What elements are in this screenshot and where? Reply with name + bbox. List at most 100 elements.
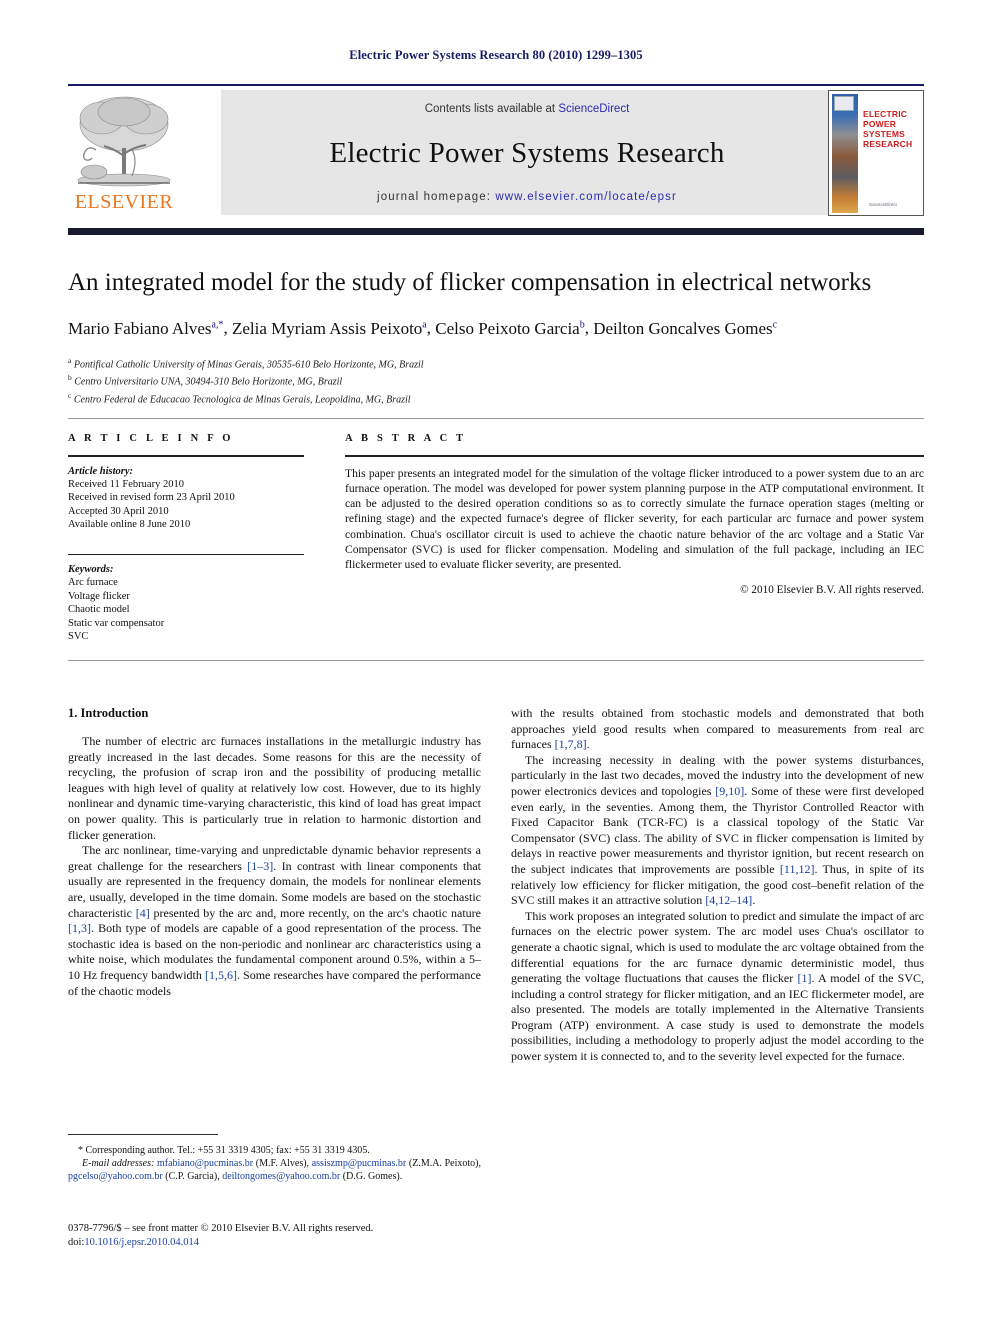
article-info-column: A R T I C L E I N F O Article history: R… — [68, 433, 304, 644]
email-label: E-mail addresses: — [82, 1158, 155, 1169]
author-name: Zelia Myriam Assis Peixoto — [232, 318, 423, 338]
paragraph: with the results obtained from stochasti… — [511, 706, 924, 753]
journal-cover-thumbnail: ELECTRIC POWER SYSTEMS RESEARCH ScienceD… — [828, 90, 924, 216]
email-owner: (M.F. Alves) — [255, 1158, 307, 1169]
doi-line: doi:10.1016/j.epsr.2010.04.014 — [68, 1236, 481, 1250]
text-run: presented by the arc and, more recently,… — [149, 905, 481, 920]
keyword-item: Static var compensator — [68, 617, 165, 629]
affiliation-item: a Pontifical Catholic University of Mina… — [68, 354, 924, 372]
footnote-block: * Corresponding author. Tel.: +55 31 331… — [68, 1144, 481, 1183]
abstract-text: This paper presents an integrated model … — [345, 466, 924, 572]
journal-article-page: Electric Power Systems Research 80 (2010… — [0, 0, 992, 1323]
imprint-block: 0378-7796/$ – see front matter © 2010 El… — [68, 1222, 481, 1250]
author-sep: , — [426, 318, 436, 338]
text-run: . — [586, 737, 590, 752]
email-link[interactable]: deiltongomes@yahoo.com.br — [222, 1171, 340, 1182]
keyword-item: Arc furnace — [68, 577, 118, 589]
citation-link[interactable]: [11,12] — [780, 862, 815, 876]
author-entry: Mario Fabiano Alvesa,* — [68, 319, 224, 338]
affiliation-item: b Centro Universitario UNA, 30494-310 Be… — [68, 371, 924, 389]
corresponding-author-note: * Corresponding author. Tel.: +55 31 331… — [78, 1145, 370, 1156]
article-history-heading: Article history: — [68, 465, 134, 477]
author-entry: Deilton Goncalves Gomesc — [593, 319, 777, 338]
cover-title-line1: ELECTRIC POWER — [863, 109, 908, 129]
affiliation-mark: a — [68, 355, 72, 365]
keyword-item: SVC — [68, 631, 89, 643]
email-link[interactable]: pgcelso@yahoo.com.br — [68, 1171, 163, 1182]
citation-link[interactable]: [9,10] — [715, 784, 744, 798]
article-history-item: Received in revised form 23 April 2010 — [68, 492, 235, 504]
doi-label: doi: — [68, 1237, 85, 1248]
author-marks: c — [772, 319, 778, 330]
citation-link[interactable]: [1,3] — [68, 921, 91, 935]
author-sep: , — [223, 318, 232, 338]
citation-link[interactable]: [1–3] — [247, 859, 273, 873]
info-section-top-rule — [68, 418, 924, 419]
abstract-label: A B S T R A C T — [345, 433, 467, 444]
tree-svg — [77, 96, 171, 187]
journal-homepage-line: journal homepage: www.elsevier.com/locat… — [377, 191, 677, 203]
email-link[interactable]: mfabiano@pucminas.br — [157, 1158, 253, 1169]
keyword-item: Voltage flicker — [68, 590, 130, 602]
contents-available-line: Contents lists available at ScienceDirec… — [425, 103, 630, 115]
author-name: Celso Peixoto Garcia — [435, 318, 580, 338]
author-name: Deilton Goncalves Gomes — [593, 318, 773, 338]
email-note: E-mail addresses: mfabiano@pucminas.br (… — [68, 1158, 481, 1182]
author-list: Mario Fabiano Alvesa,*, Zelia Myriam Ass… — [68, 314, 924, 340]
citation-link[interactable]: [1] — [797, 971, 811, 985]
paragraph: The increasing necessity in dealing with… — [511, 753, 924, 909]
footnote-separator-rule — [68, 1134, 218, 1135]
cover-title-line2: SYSTEMS RESEARCH — [863, 129, 913, 149]
author-marks: a,* — [211, 319, 224, 330]
text-run: . — [752, 893, 756, 908]
author-name: Mario Fabiano Alves — [68, 318, 212, 338]
affiliation-text: Centro Universitario UNA, 30494-310 Belo… — [74, 376, 343, 388]
front-matter-line: 0378-7796/$ – see front matter © 2010 El… — [68, 1223, 374, 1234]
article-history-item: Accepted 30 April 2010 — [68, 505, 169, 517]
email-owner: (D.G. Gomes) — [342, 1171, 400, 1182]
cover-publisher-badge — [834, 96, 854, 111]
citation-link[interactable]: [4] — [136, 906, 150, 920]
paragraph: The number of electric arc furnaces inst… — [68, 734, 481, 842]
doi-link[interactable]: 10.1016/j.epsr.2010.04.014 — [84, 1237, 199, 1248]
cover-photo-strip — [832, 94, 858, 213]
affiliation-list: a Pontifical Catholic University of Mina… — [68, 354, 924, 407]
title-block: An integrated model for the study of fli… — [68, 268, 924, 407]
citation-link[interactable]: [4,12–14] — [705, 893, 752, 907]
abstract-rule — [345, 455, 924, 457]
citation-link[interactable]: [1,7,8] — [555, 737, 587, 751]
homepage-prefix: journal homepage: — [377, 191, 496, 203]
paragraph: This work proposes an integrated solutio… — [511, 909, 924, 1065]
affiliation-item: c Centro Federal de Educacao Tecnologica… — [68, 389, 924, 407]
sciencedirect-link[interactable]: ScienceDirect — [558, 103, 629, 115]
email-link[interactable]: assiszmp@pucminas.br — [312, 1158, 406, 1169]
banner-bottom-rule — [68, 228, 924, 235]
article-info-label: A R T I C L E I N F O — [68, 433, 234, 444]
elsevier-logo: ELSEVIER — [68, 90, 180, 216]
contents-prefix: Contents lists available at — [424, 103, 559, 115]
keywords-rule — [68, 553, 304, 556]
running-head: Electric Power Systems Research 80 (2010… — [349, 48, 643, 62]
banner-top-rule — [68, 84, 924, 86]
keyword-item: Chaotic model — [68, 604, 130, 616]
cover-footer-text: ScienceDirect — [869, 202, 897, 207]
affiliation-mark: b — [68, 373, 72, 383]
citation-link[interactable]: [1,5,6] — [205, 968, 237, 982]
paragraph: The arc nonlinear, time-varying and unpr… — [68, 843, 481, 999]
article-history-item: Available online 8 June 2010 — [68, 519, 191, 531]
section-heading-introduction: 1. Introduction — [68, 706, 149, 720]
author-entry: Celso Peixoto Garciab — [435, 319, 584, 338]
journal-banner-center: Contents lists available at ScienceDirec… — [221, 90, 833, 215]
elsevier-wordmark: ELSEVIER — [74, 191, 174, 213]
journal-homepage-link[interactable]: www.elsevier.com/locate/epsr — [495, 191, 677, 203]
author-entry: Zelia Myriam Assis Peixotoa — [232, 319, 427, 338]
author-sep: , — [584, 318, 594, 338]
email-owner: (C.P. Garcia) — [165, 1171, 218, 1182]
body-column-right: with the results obtained from stochasti… — [511, 706, 924, 1065]
body-column-left: 1. Introduction The number of electric a… — [68, 706, 481, 999]
abstract-column: A B S T R A C T This paper presents an i… — [345, 433, 924, 596]
elsevier-tree-icon — [70, 90, 178, 190]
article-history-item: Received 11 February 2010 — [68, 478, 184, 490]
abstract-copyright: © 2010 Elsevier B.V. All rights reserved… — [740, 583, 924, 596]
